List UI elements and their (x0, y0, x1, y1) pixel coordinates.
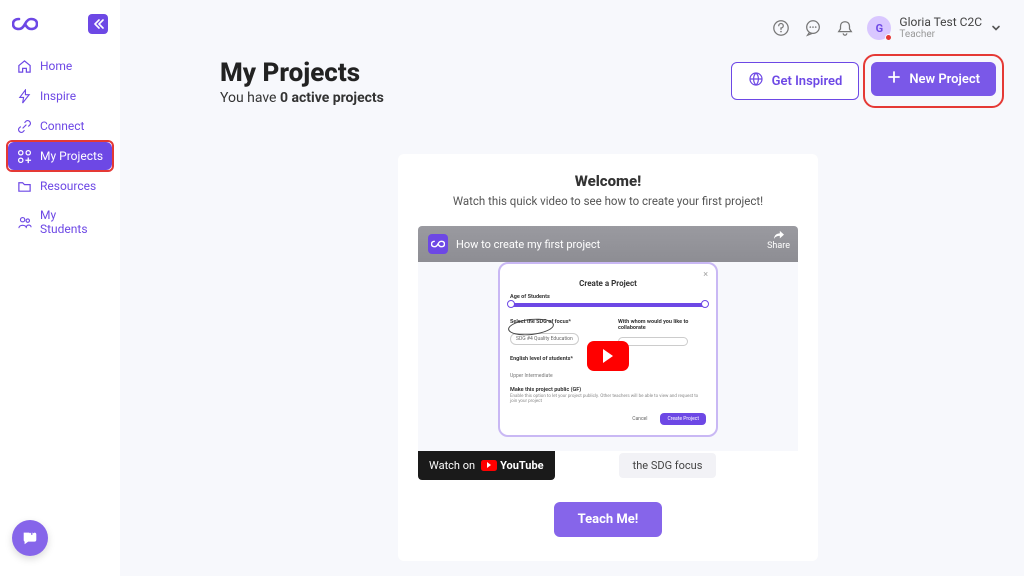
watch-on-youtube[interactable]: Watch on YouTube (418, 451, 555, 480)
users-icon (16, 214, 32, 230)
sidebar-item-my-projects[interactable]: My Projects (8, 142, 112, 170)
video-title: How to create my first project (456, 238, 600, 251)
brand-logo (12, 15, 38, 33)
welcome-title: Welcome! (575, 172, 642, 190)
youtube-logo: YouTube (481, 459, 544, 472)
link-icon (16, 118, 32, 134)
sidebar-item-label: Resources (40, 179, 96, 193)
user-menu[interactable]: G Gloria Test C2C Teacher (867, 16, 1002, 40)
sidebar-collapse-button[interactable] (88, 14, 108, 34)
page-title: My Projects (220, 58, 384, 88)
sidebar-nav: Home Inspire Connect My Projects Resourc… (8, 52, 112, 242)
globe-icon (748, 71, 764, 91)
sidebar-item-label: Connect (40, 119, 84, 133)
sidebar-item-label: Home (40, 59, 72, 73)
button-label: New Project (909, 72, 980, 87)
avatar: G (867, 16, 891, 40)
sidebar-item-highlight: My Projects (8, 142, 112, 170)
home-icon (16, 58, 32, 74)
sidebar-item-inspire[interactable]: Inspire (8, 82, 112, 110)
folder-icon (16, 178, 32, 194)
page-subtitle: You have 0 active projects (220, 90, 384, 106)
new-project-button[interactable]: New Project (871, 62, 996, 96)
chevron-down-icon (990, 19, 1002, 38)
sidebar-item-label: My Projects (40, 149, 103, 163)
get-inspired-button[interactable]: Get Inspired (731, 62, 860, 100)
bolt-icon (16, 88, 32, 104)
plus-icon (887, 70, 901, 88)
main: G Gloria Test C2C Teacher My Projects Yo… (120, 0, 1024, 576)
grid-plus-icon (16, 148, 32, 164)
bell-icon[interactable] (835, 18, 855, 38)
video-publisher-logo (428, 234, 448, 254)
sidebar-item-my-students[interactable]: My Students (8, 202, 112, 242)
user-role: Teacher (899, 29, 982, 40)
welcome-card: Welcome! Watch this quick video to see h… (398, 154, 818, 561)
new-project-highlight: New Project (871, 62, 996, 100)
sidebar-item-home[interactable]: Home (8, 52, 112, 80)
page-title-block: My Projects You have 0 active projects (220, 58, 384, 106)
help-icon[interactable] (771, 18, 791, 38)
age-slider (510, 303, 706, 307)
sidebar: Home Inspire Connect My Projects Resourc… (0, 0, 120, 576)
topbar: G Gloria Test C2C Teacher (120, 0, 1024, 40)
video-share-button[interactable]: Share (767, 230, 790, 251)
welcome-subtitle: Watch this quick video to see how to cre… (453, 194, 763, 208)
teach-me-button[interactable]: Teach Me! (554, 502, 663, 537)
chat-icon[interactable] (803, 18, 823, 38)
sidebar-item-label: My Students (40, 208, 104, 236)
sidebar-item-label: Inspire (40, 89, 76, 103)
sidebar-item-connect[interactable]: Connect (8, 112, 112, 140)
video-embed[interactable]: How to create my first project Share × C… (418, 226, 798, 451)
user-name: Gloria Test C2C (899, 16, 982, 29)
avatar-initial: G (876, 22, 884, 35)
chat-widget-button[interactable] (12, 520, 48, 556)
close-icon: × (703, 270, 708, 280)
sdg-tag: the SDG focus (619, 453, 717, 478)
button-label: Get Inspired (772, 74, 843, 89)
sidebar-item-resources[interactable]: Resources (8, 172, 112, 200)
play-button[interactable] (587, 341, 629, 371)
